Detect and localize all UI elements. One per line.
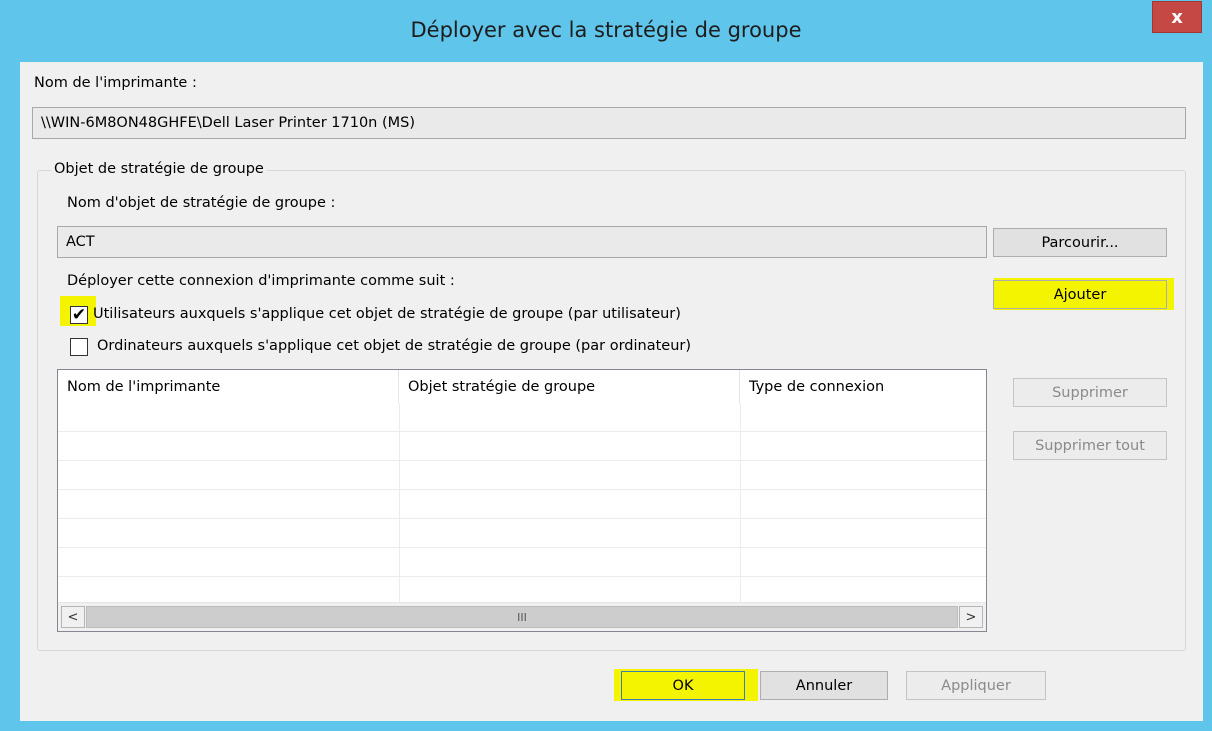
scroll-thumb[interactable]: III: [86, 606, 958, 628]
horizontal-scrollbar[interactable]: < III >: [58, 602, 986, 631]
per-user-checkbox[interactable]: ✔: [70, 306, 88, 324]
close-button[interactable]: x: [1152, 1, 1202, 33]
list-empty-row: [58, 548, 986, 577]
apply-button[interactable]: Appliquer: [906, 671, 1046, 700]
list-empty-row: [58, 519, 986, 548]
gpo-name-value: ACT: [66, 234, 95, 250]
add-button[interactable]: Ajouter: [993, 280, 1167, 309]
gpo-groupbox-legend: Objet de stratégie de groupe: [51, 161, 267, 177]
per-computer-label[interactable]: Ordinateurs auxquels s'applique cet obje…: [97, 338, 691, 354]
scroll-left-button[interactable]: <: [61, 606, 85, 628]
column-header-gpo[interactable]: Objet stratégie de groupe: [399, 370, 740, 403]
deployment-list[interactable]: Nom de l'imprimante Objet stratégie de g…: [57, 369, 987, 632]
chevron-left-icon: <: [67, 609, 79, 625]
checkmark-icon: ✔: [71, 304, 87, 325]
grip-icon: III: [517, 610, 527, 624]
column-divider: [740, 403, 741, 603]
list-empty-row: [58, 490, 986, 519]
printer-name-field[interactable]: \\WIN-6M8ON48GHFE\Dell Laser Printer 171…: [32, 107, 1186, 139]
scroll-right-button[interactable]: >: [959, 606, 983, 628]
column-header-connection-type[interactable]: Type de connexion: [740, 370, 986, 403]
gpo-name-field[interactable]: ACT: [57, 226, 987, 258]
title-bar[interactable]: Déployer avec la stratégie de groupe x: [0, 0, 1212, 62]
per-user-label[interactable]: Utilisateurs auxquels s'applique cet obj…: [93, 306, 681, 322]
remove-all-button[interactable]: Supprimer tout: [1013, 431, 1167, 460]
dialog-window: Déployer avec la stratégie de groupe x N…: [0, 0, 1212, 731]
per-computer-checkbox[interactable]: [70, 338, 88, 356]
list-empty-row: [58, 403, 986, 432]
remove-button[interactable]: Supprimer: [1013, 378, 1167, 407]
close-icon: x: [1171, 6, 1183, 28]
chevron-right-icon: >: [965, 609, 977, 625]
browse-button[interactable]: Parcourir...: [993, 228, 1167, 257]
deploy-label: Déployer cette connexion d'imprimante co…: [67, 273, 455, 289]
list-empty-row: [58, 432, 986, 461]
cancel-button[interactable]: Annuler: [760, 671, 888, 700]
column-divider: [399, 403, 400, 603]
list-empty-row: [58, 461, 986, 490]
column-header-printer-name[interactable]: Nom de l'imprimante: [58, 370, 399, 403]
printer-name-value: \\WIN-6M8ON48GHFE\Dell Laser Printer 171…: [41, 115, 415, 131]
ok-button[interactable]: OK: [621, 671, 745, 700]
gpo-name-label: Nom d'objet de stratégie de groupe :: [67, 195, 336, 211]
printer-name-label: Nom de l'imprimante :: [34, 75, 197, 91]
dialog-client-area: Nom de l'imprimante : \\WIN-6M8ON48GHFE\…: [20, 62, 1203, 721]
dialog-title: Déployer avec la stratégie de groupe: [410, 18, 802, 42]
list-header: Nom de l'imprimante Objet stratégie de g…: [58, 370, 986, 403]
